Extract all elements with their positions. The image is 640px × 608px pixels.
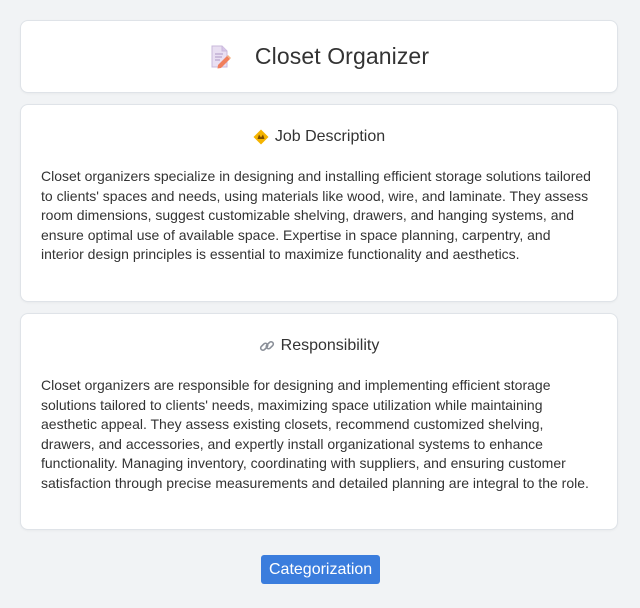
- responsibility-text: Closet organizers are responsible for de…: [41, 377, 589, 491]
- responsibility-card: Responsibility Closet organizers are res…: [20, 313, 618, 530]
- diamond-warning-icon: [253, 129, 269, 145]
- page-title: Closet Organizer: [254, 43, 430, 69]
- responsibility-heading: Responsibility: [41, 334, 597, 358]
- header-card: Closet Organizer: [20, 20, 618, 93]
- responsibility-title: Responsibility: [280, 337, 380, 354]
- document-pencil-icon: [209, 45, 231, 69]
- job-description-title: Job Description: [274, 128, 386, 145]
- header-title-group: Closet Organizer: [209, 43, 429, 70]
- job-description-heading: Job Description: [41, 125, 597, 149]
- job-description-card: Job Description Closet organizers specia…: [20, 104, 618, 302]
- link-icon: [259, 338, 275, 354]
- job-description-text: Closet organizers specialize in designin…: [41, 168, 591, 262]
- categorization-button[interactable]: Categorization: [261, 555, 381, 584]
